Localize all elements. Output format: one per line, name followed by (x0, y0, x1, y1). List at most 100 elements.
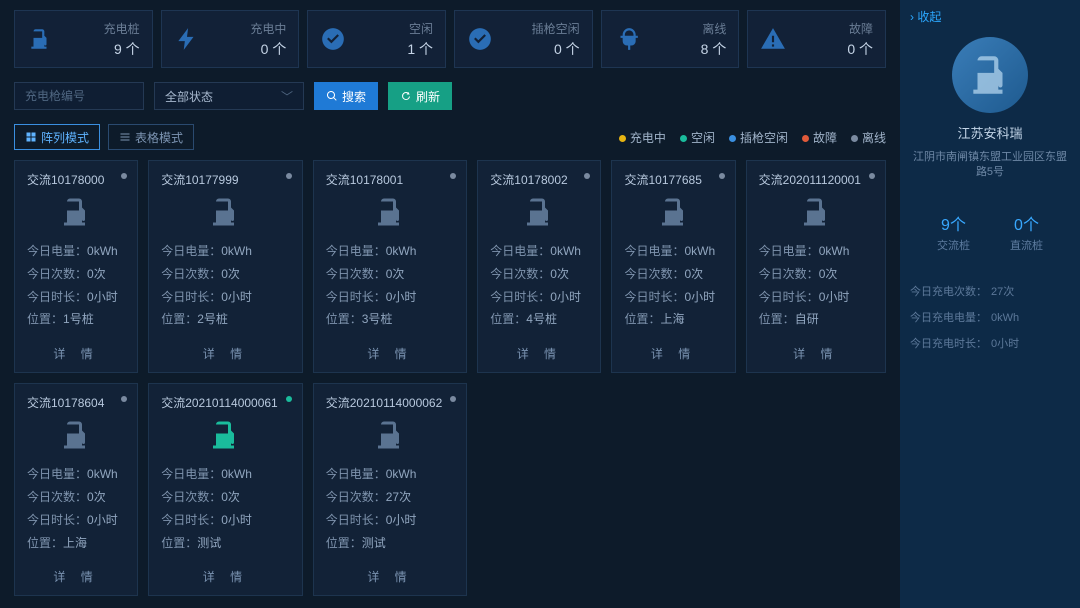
card-duration: 今日时长：0小时 (759, 286, 873, 309)
station-card[interactable]: 交流10177685 今日电量：0kWh 今日次数：0次 今日时长：0小时 位置… (611, 160, 735, 373)
company-name: 江苏安科瑞 (957, 123, 1022, 142)
station-icon (27, 26, 53, 52)
station-icon (759, 194, 873, 230)
card-title: 交流20210114000061 (161, 394, 290, 411)
check-icon (467, 26, 493, 52)
mode-legend-row: 阵列模式 表格模式 充电中空闲插枪空闲故障离线 (14, 124, 886, 150)
station-card[interactable]: 交流10178001 今日电量：0kWh 今日次数：0次 今日时长：0小时 位置… (313, 160, 468, 373)
plug-icon (614, 26, 640, 52)
dc-label: 直流桩 (1010, 237, 1043, 253)
stat-5: 故障 0 个 (747, 10, 886, 68)
search-input[interactable] (14, 82, 144, 110)
card-duration: 今日时长：0小时 (624, 286, 722, 309)
detail-button[interactable]: 详 情 (326, 339, 455, 362)
card-duration: 今日时长：0小时 (326, 509, 455, 532)
card-duration: 今日时长：0小时 (326, 286, 455, 309)
station-card[interactable]: 交流202011120001 今日电量：0kWh 今日次数：0次 今日时长：0小… (746, 160, 886, 373)
card-location: 位置：1号桩 (27, 308, 125, 331)
card-energy: 今日电量：0kWh (490, 240, 588, 263)
collapse-button[interactable]: › 收起 (910, 8, 941, 25)
station-card[interactable]: 交流10178000 今日电量：0kWh 今日次数：0次 今日时长：0小时 位置… (14, 160, 138, 373)
today-count-label: 今日充电次数： (910, 286, 987, 298)
refresh-button[interactable]: 刷新 (388, 82, 452, 110)
status-dot-icon (286, 396, 292, 402)
card-energy: 今日电量：0kWh (27, 240, 125, 263)
status-dot-icon (286, 173, 292, 179)
stat-3: 插枪空闲 0 个 (454, 10, 593, 68)
detail-button[interactable]: 详 情 (326, 562, 455, 585)
card-grid: 交流10178000 今日电量：0kWh 今日次数：0次 今日时长：0小时 位置… (14, 160, 886, 596)
stat-2: 空闲 1 个 (307, 10, 446, 68)
warn-icon (760, 26, 786, 52)
station-card[interactable]: 交流10178604 今日电量：0kWh 今日次数：0次 今日时长：0小时 位置… (14, 383, 138, 596)
check-icon (320, 26, 346, 52)
stat-value: 0 个 (503, 39, 580, 59)
card-energy: 今日电量：0kWh (759, 240, 873, 263)
stats-row: 充电桩 9 个 充电中 0 个 空闲 1 个 插枪空闲 0 个 离线 8 个 故… (14, 10, 886, 68)
station-icon (326, 194, 455, 230)
station-icon (161, 194, 290, 230)
mode-grid-button[interactable]: 阵列模式 (14, 124, 100, 150)
avatar (952, 37, 1028, 113)
today-duration-value: 0小时 (991, 338, 1019, 350)
legend-item: 插枪空闲 (729, 129, 788, 146)
status-select[interactable]: 全部状态 ﹀ (154, 82, 304, 110)
legend-dot-icon (729, 135, 736, 142)
dc-count: 0个 (1010, 211, 1043, 235)
card-location: 位置：测试 (161, 532, 290, 555)
station-icon (490, 194, 588, 230)
today-energy-value: 0kWh (991, 312, 1019, 324)
stat-4: 离线 8 个 (601, 10, 740, 68)
card-energy: 今日电量：0kWh (161, 463, 290, 486)
station-icon (624, 194, 722, 230)
station-card[interactable]: 交流20210114000062 今日电量：0kWh 今日次数：27次 今日时长… (313, 383, 468, 596)
detail-button[interactable]: 详 情 (624, 339, 722, 362)
stat-value: 8 个 (650, 39, 727, 59)
card-duration: 今日时长：0小时 (490, 286, 588, 309)
card-title: 交流10178604 (27, 394, 125, 411)
detail-button[interactable]: 详 情 (490, 339, 588, 362)
card-location: 位置：4号桩 (490, 308, 588, 331)
status-select-value: 全部状态 (165, 88, 213, 105)
status-dot-icon (121, 173, 127, 179)
detail-button[interactable]: 详 情 (759, 339, 873, 362)
search-button[interactable]: 搜索 (314, 82, 378, 110)
detail-button[interactable]: 详 情 (27, 339, 125, 362)
detail-button[interactable]: 详 情 (27, 562, 125, 585)
company-address: 江阴市南闸镇东盟工业园区东盟路5号 (910, 150, 1070, 181)
station-card[interactable]: 交流10177999 今日电量：0kWh 今日次数：0次 今日时长：0小时 位置… (148, 160, 303, 373)
bolt-icon (174, 26, 200, 52)
card-location: 位置：测试 (326, 532, 455, 555)
stat-value: 0 个 (210, 39, 287, 59)
today-duration-row: 今日充电时长：0小时 (910, 335, 1070, 351)
card-count: 今日次数：27次 (326, 486, 455, 509)
card-title: 交流10177999 (161, 171, 290, 188)
card-count: 今日次数：0次 (27, 486, 125, 509)
status-dot-icon (450, 173, 456, 179)
card-count: 今日次数：0次 (624, 263, 722, 286)
legend-item: 故障 (802, 129, 837, 146)
stat-label: 故障 (796, 20, 873, 37)
detail-button[interactable]: 详 情 (161, 562, 290, 585)
card-energy: 今日电量：0kWh (624, 240, 722, 263)
station-icon (326, 417, 455, 453)
card-duration: 今日时长：0小时 (161, 286, 290, 309)
ac-stat: 9个 交流桩 (937, 211, 970, 253)
station-icon (27, 194, 125, 230)
ac-count: 9个 (937, 211, 970, 235)
station-card[interactable]: 交流20210114000061 今日电量：0kWh 今日次数：0次 今日时长：… (148, 383, 303, 596)
station-card[interactable]: 交流10178002 今日电量：0kWh 今日次数：0次 今日时长：0小时 位置… (477, 160, 601, 373)
detail-button[interactable]: 详 情 (161, 339, 290, 362)
today-energy-row: 今日充电电量：0kWh (910, 309, 1070, 325)
card-location: 位置：2号桩 (161, 308, 290, 331)
mode-table-label: 表格模式 (135, 129, 183, 146)
chevron-down-icon: ﹀ (281, 88, 293, 105)
mode-table-button[interactable]: 表格模式 (108, 124, 194, 150)
card-count: 今日次数：0次 (161, 486, 290, 509)
card-title: 交流10178002 (490, 171, 588, 188)
card-count: 今日次数：0次 (326, 263, 455, 286)
legend-dot-icon (851, 135, 858, 142)
card-energy: 今日电量：0kWh (161, 240, 290, 263)
status-dot-icon (584, 173, 590, 179)
legend-dot-icon (680, 135, 687, 142)
